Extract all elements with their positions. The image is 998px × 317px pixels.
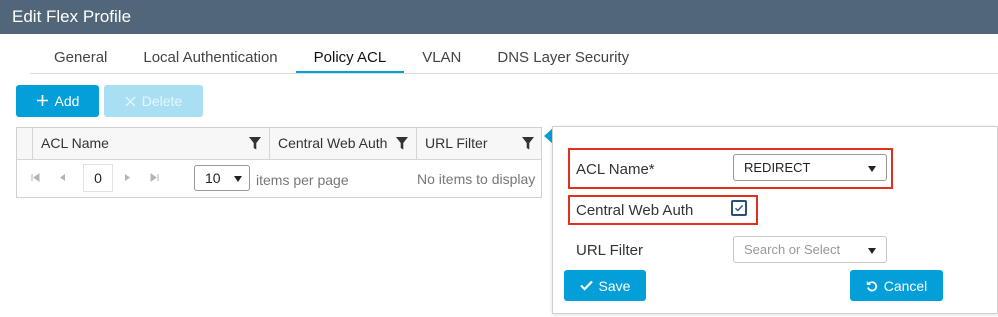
checkmark-icon xyxy=(735,204,744,212)
next-page-icon[interactable] xyxy=(124,173,131,184)
close-icon xyxy=(125,93,136,110)
column-url-filter[interactable]: URL Filter xyxy=(417,128,542,159)
save-button[interactable]: Save xyxy=(564,270,646,301)
tab-bar: General Local Authentication Policy ACL … xyxy=(36,44,647,74)
url-filter-placeholder: Search or Select xyxy=(744,242,841,257)
page-size-select[interactable]: 10 xyxy=(194,165,250,191)
column-url-filter-label: URL Filter xyxy=(425,135,488,151)
add-button-label: Add xyxy=(54,93,80,109)
tab-vlan[interactable]: VLAN xyxy=(404,44,479,74)
column-acl-name[interactable]: ACL Name xyxy=(33,128,270,159)
filter-icon[interactable] xyxy=(522,137,534,150)
tab-general[interactable]: General xyxy=(36,44,125,74)
page-size-value: 10 xyxy=(205,170,221,186)
first-page-icon[interactable] xyxy=(31,173,40,184)
previous-page-icon[interactable] xyxy=(59,173,66,184)
tabs-divider xyxy=(30,73,998,74)
url-filter-label: URL Filter xyxy=(576,242,643,259)
items-per-page-label: items per page xyxy=(256,172,349,188)
current-page-field[interactable]: 0 xyxy=(83,164,113,192)
checkmark-icon xyxy=(579,280,593,291)
central-web-auth-checkbox[interactable] xyxy=(731,200,747,216)
url-filter-select[interactable]: Search or Select xyxy=(733,236,887,263)
acl-table: ACL Name Central Web Auth URL Filter 0 1… xyxy=(16,127,542,198)
table-header: ACL Name Central Web Auth URL Filter xyxy=(17,128,541,160)
central-web-auth-label: Central Web Auth xyxy=(576,202,694,219)
acl-name-label: ACL Name* xyxy=(576,161,655,178)
empty-table-message: No items to display xyxy=(417,171,536,187)
acl-name-select[interactable]: REDIRECT xyxy=(733,154,887,181)
select-column xyxy=(17,128,33,159)
dialog-title: Edit Flex Profile xyxy=(0,0,998,34)
acl-name-value: REDIRECT xyxy=(744,160,811,175)
cancel-button[interactable]: Cancel xyxy=(850,270,943,301)
chevron-down-icon xyxy=(868,248,876,254)
column-central-web-auth-label: Central Web Auth xyxy=(278,135,388,151)
column-central-web-auth[interactable]: Central Web Auth xyxy=(270,128,417,159)
filter-icon[interactable] xyxy=(396,137,408,150)
last-page-icon[interactable] xyxy=(150,173,159,184)
chevron-down-icon xyxy=(234,176,242,182)
tab-dns-layer-security[interactable]: DNS Layer Security xyxy=(479,44,647,74)
tab-policy-acl[interactable]: Policy ACL xyxy=(295,44,405,74)
filter-icon[interactable] xyxy=(249,137,261,150)
cancel-button-label: Cancel xyxy=(883,277,928,294)
save-button-label: Save xyxy=(598,277,631,294)
undo-icon xyxy=(866,280,877,291)
chevron-down-icon xyxy=(868,166,876,172)
add-button[interactable]: Add xyxy=(16,85,99,117)
tab-local-authentication[interactable]: Local Authentication xyxy=(125,44,295,74)
table-pager: 0 10 items per page No items to display xyxy=(17,160,541,198)
delete-button[interactable]: Delete xyxy=(104,85,203,117)
delete-button-label: Delete xyxy=(141,93,183,109)
plus-icon xyxy=(36,93,49,110)
column-acl-name-label: ACL Name xyxy=(41,135,109,151)
